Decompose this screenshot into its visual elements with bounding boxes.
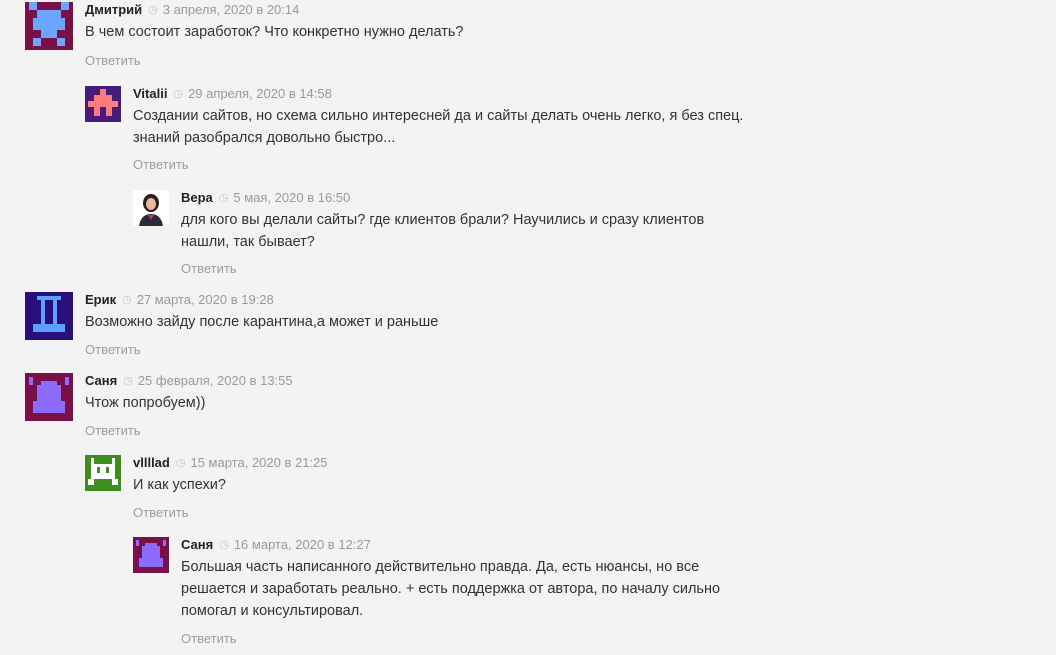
reply-button[interactable]: Ответить bbox=[85, 423, 141, 438]
reply-button[interactable]: Ответить bbox=[133, 505, 189, 520]
reply-button[interactable]: Ответить bbox=[133, 157, 189, 172]
comment-author[interactable]: Дмитрий bbox=[85, 2, 142, 18]
avatar[interactable] bbox=[85, 455, 121, 491]
comment-text: Возможно зайду после карантина,а может и… bbox=[85, 314, 439, 330]
avatar[interactable] bbox=[25, 2, 73, 50]
comment-author[interactable]: Саня bbox=[181, 537, 213, 553]
avatar[interactable] bbox=[133, 190, 169, 226]
clock-icon: ◷ bbox=[148, 4, 158, 16]
avatar[interactable] bbox=[85, 86, 121, 122]
comment-text: Чтож попробуем)) bbox=[85, 395, 206, 411]
comment-date[interactable]: 25 февраля, 2020 в 13:55 bbox=[138, 373, 293, 389]
comment-text: И как успехи? bbox=[133, 477, 226, 493]
comment-date[interactable]: 29 апреля, 2020 в 14:58 bbox=[188, 86, 332, 102]
comment-author[interactable]: Саня bbox=[85, 373, 117, 389]
comment-author[interactable]: vllllad bbox=[133, 455, 170, 471]
clock-icon: ◷ bbox=[219, 539, 229, 551]
comment-text: В чем состоит заработок? Что конкретно н… bbox=[85, 24, 464, 40]
comment-text: Создании сайтов, но схема сильно интерес… bbox=[133, 108, 744, 146]
reply-button[interactable]: Ответить bbox=[181, 631, 237, 646]
avatar[interactable] bbox=[25, 373, 73, 421]
avatar[interactable] bbox=[133, 537, 169, 573]
comment-text: для кого вы делали сайты? где клиентов б… bbox=[181, 212, 705, 250]
clock-icon: ◷ bbox=[122, 294, 132, 306]
clock-icon: ◷ bbox=[123, 375, 133, 387]
reply-button[interactable]: Ответить bbox=[85, 53, 141, 68]
comment-date[interactable]: 3 апреля, 2020 в 20:14 bbox=[163, 2, 300, 18]
comment-date[interactable]: 27 марта, 2020 в 19:28 bbox=[137, 292, 274, 308]
comment-date[interactable]: 15 марта, 2020 в 21:25 bbox=[190, 455, 327, 471]
reply-button[interactable]: Ответить bbox=[85, 342, 141, 357]
reply-button[interactable]: Ответить bbox=[181, 261, 237, 276]
comment-text: Большая часть написанного действительно … bbox=[181, 559, 721, 619]
clock-icon: ◷ bbox=[175, 457, 186, 469]
comment-author[interactable]: Vitalii bbox=[133, 86, 167, 102]
comment-date[interactable]: 16 марта, 2020 в 12:27 bbox=[234, 537, 371, 553]
comment-date[interactable]: 5 мая, 2020 в 16:50 bbox=[233, 190, 350, 206]
avatar[interactable] bbox=[25, 292, 73, 340]
clock-icon: ◷ bbox=[173, 88, 184, 100]
comment-author[interactable]: Ерик bbox=[85, 292, 116, 308]
clock-icon: ◷ bbox=[218, 192, 229, 204]
comment-author[interactable]: Вера bbox=[181, 190, 213, 206]
